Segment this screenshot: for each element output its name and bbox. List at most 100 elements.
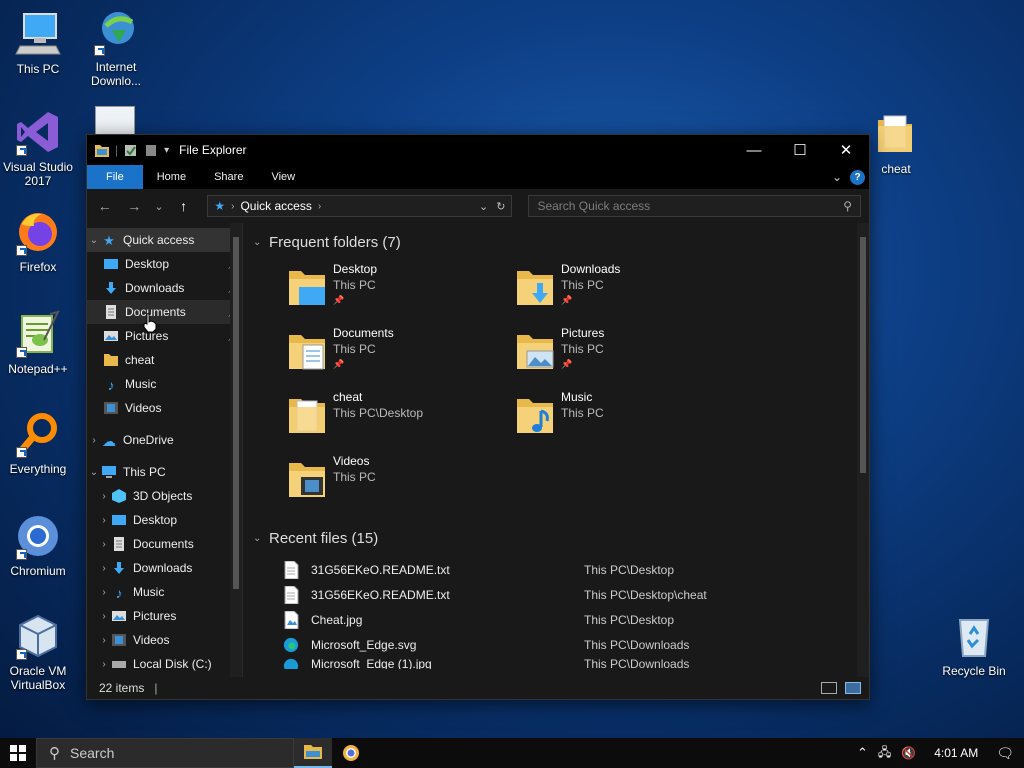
frequent-folders-header[interactable]: ⌄ Frequent folders (7) [253, 229, 869, 255]
desktop-icon-firefox[interactable]: Firefox [0, 208, 76, 274]
chevron-right-icon[interactable]: › [97, 659, 111, 670]
title-bar[interactable]: | ▾ File Explorer — ☐ ✕ [87, 135, 869, 165]
chevron-down-icon[interactable]: ⌄ [253, 237, 269, 248]
sidebar-item-pictures[interactable]: Pictures 📌 [87, 324, 242, 348]
sidebar-item-3d-objects[interactable]: › 3D Objects [87, 484, 242, 508]
desktop-icon-recycle-bin[interactable]: Recycle Bin [936, 612, 1012, 678]
sidebar-item-downloads[interactable]: Downloads 📌 [87, 276, 242, 300]
properties-icon[interactable] [124, 144, 138, 157]
chevron-right-icon[interactable]: › [97, 515, 111, 526]
sidebar-item-pc-pictures[interactable]: › Pictures [87, 604, 242, 628]
address-dropdown-icon[interactable]: ⌄ [479, 200, 488, 213]
network-icon[interactable]: 🖧 [878, 743, 891, 764]
forward-button[interactable]: → [125, 198, 145, 214]
chevron-right-icon[interactable]: › [87, 435, 101, 446]
folder-tile[interactable]: Music This PC [515, 389, 743, 439]
desktop-icon-partial[interactable] [95, 106, 135, 136]
address-bar[interactable]: ★ › Quick access › ⌄ ↻ [207, 195, 513, 217]
content-scrollbar[interactable] [857, 223, 869, 677]
taskbar-chromium[interactable] [332, 738, 370, 768]
list-item[interactable]: 31G56EKeO.README.txt This PC\Desktop\che… [283, 582, 869, 607]
list-item[interactable]: Microsoft_Edge.svg This PC\Downloads [283, 632, 869, 657]
chevron-up-icon[interactable]: ⌃ [857, 745, 868, 761]
maximize-button[interactable]: ☐ [777, 135, 823, 165]
chevron-right-icon[interactable]: › [97, 539, 111, 550]
tab-home[interactable]: Home [143, 165, 200, 189]
sidebar-item-pc-downloads[interactable]: › Downloads [87, 556, 242, 580]
refresh-icon[interactable]: ↻ [496, 200, 505, 213]
sidebar-item-videos[interactable]: Videos [87, 396, 242, 420]
folder-tile[interactable]: Documents This PC 📌 [287, 325, 515, 375]
folder-tile[interactable]: Desktop This PC 📌 [287, 261, 515, 311]
notifications-icon[interactable]: 🗨 [996, 745, 1014, 762]
sidebar-item-this-pc[interactable]: ⌄ This PC [87, 460, 242, 484]
breadcrumb-quick-access[interactable]: Quick access [240, 199, 311, 213]
chevron-down-icon[interactable]: ⌄ [253, 533, 269, 544]
volume-muted-icon[interactable]: 🔇 [901, 746, 916, 760]
desktop-icon-notepad-plus-plus[interactable]: Notepad++ [0, 310, 76, 376]
navpane-scrollbar[interactable] [230, 223, 242, 677]
chevron-down-icon[interactable]: ⌄ [87, 467, 101, 478]
chevron-down-icon[interactable]: ⌄ [87, 235, 101, 246]
sidebar-item-documents[interactable]: Documents 📌 [87, 300, 242, 324]
desktop-icon-everything[interactable]: Everything [0, 410, 76, 476]
list-item[interactable]: Microsoft_Edge (1).jpg This PC\Downloads [283, 657, 869, 669]
folder-tile[interactable]: Downloads This PC 📌 [515, 261, 743, 311]
recent-files-header[interactable]: ⌄ Recent files (15) [253, 525, 869, 551]
content-pane[interactable]: ⌄ Frequent folders (7) Desktop This PC 📌 D… [243, 223, 869, 677]
desktop-icon-label: Oracle VM VirtualBox [9, 664, 67, 692]
chevron-right-icon[interactable]: › [97, 635, 111, 646]
file-explorer-window[interactable]: | ▾ File Explorer — ☐ ✕ File Home Share … [86, 134, 870, 700]
sidebar-item-pc-documents[interactable]: › Documents [87, 532, 242, 556]
new-folder-icon[interactable] [144, 144, 158, 157]
details-view-icon[interactable] [821, 682, 837, 694]
close-button[interactable]: ✕ [823, 135, 869, 165]
minimize-button[interactable]: — [731, 135, 777, 165]
desktop-icon-chromium[interactable]: Chromium [0, 512, 76, 578]
navigation-pane[interactable]: ⌄ ★ Quick access Desktop 📌 Downloads 📌 D… [87, 223, 243, 677]
taskbar-file-explorer[interactable] [294, 738, 332, 768]
desktop-icon-this-pc[interactable]: This PC [0, 10, 76, 76]
folder-tile[interactable]: Videos This PC [287, 453, 515, 503]
large-icons-view-icon[interactable] [845, 682, 861, 694]
sidebar-item-onedrive[interactable]: › ☁ OneDrive [87, 428, 242, 452]
sidebar-item-pc-music[interactable]: › ♪ Music [87, 580, 242, 604]
sidebar-item-cheat[interactable]: cheat [87, 348, 242, 372]
start-button[interactable] [0, 738, 36, 768]
list-item[interactable]: Cheat.jpg This PC\Desktop [283, 607, 869, 632]
tab-view[interactable]: View [257, 165, 309, 189]
chevron-right-icon[interactable]: › [97, 587, 111, 598]
tab-share[interactable]: Share [200, 165, 257, 189]
desktop-icon-visual-studio[interactable]: Visual Studio 2017 [0, 108, 76, 188]
recent-locations-button[interactable]: ⌄ [154, 200, 164, 213]
clock[interactable]: 4:01 AM [926, 746, 986, 760]
folder-tile[interactable]: Pictures This PC 📌 [515, 325, 743, 375]
sidebar-item-pc-videos[interactable]: › Videos [87, 628, 242, 652]
expand-ribbon-icon[interactable]: ⌄ [832, 170, 842, 184]
sidebar-item-desktop[interactable]: Desktop 📌 [87, 252, 242, 276]
file-name: Cheat.jpg [311, 612, 363, 627]
sidebar-item-pc-desktop[interactable]: › Desktop [87, 508, 242, 532]
customize-toolbar-icon[interactable]: ▾ [164, 145, 169, 156]
sidebar-item-quick-access[interactable]: ⌄ ★ Quick access [87, 228, 242, 252]
up-button[interactable]: ↑ [174, 198, 194, 214]
taskbar-search-input[interactable]: ⚲ Search [36, 738, 294, 768]
chevron-right-icon[interactable]: › [97, 563, 111, 574]
sidebar-item-music[interactable]: ♪ Music [87, 372, 242, 396]
desktop-icon-internet-download-manager[interactable]: Internet Downlo... [78, 8, 154, 88]
back-button[interactable]: ← [95, 198, 115, 214]
list-item[interactable]: 31G56EKeO.README.txt This PC\Desktop [283, 557, 869, 582]
scrollbar-thumb[interactable] [860, 237, 866, 473]
scrollbar-thumb[interactable] [233, 237, 239, 589]
desktop-icon-virtualbox[interactable]: Oracle VM VirtualBox [0, 612, 76, 692]
tab-file[interactable]: File [87, 165, 143, 189]
search-input[interactable]: Search Quick access ⚲ [528, 195, 861, 217]
folder-tile[interactable]: cheat This PC\Desktop [287, 389, 515, 439]
folder-icon [95, 144, 109, 157]
help-button[interactable]: ? [850, 169, 865, 185]
sidebar-item-local-disk[interactable]: › Local Disk (C:) [87, 652, 242, 676]
chevron-right-icon[interactable]: › [97, 491, 111, 502]
chevron-right-icon[interactable]: › [97, 611, 111, 622]
folder-path: This PC [333, 278, 376, 292]
sidebar-item-label: This PC [123, 465, 166, 479]
